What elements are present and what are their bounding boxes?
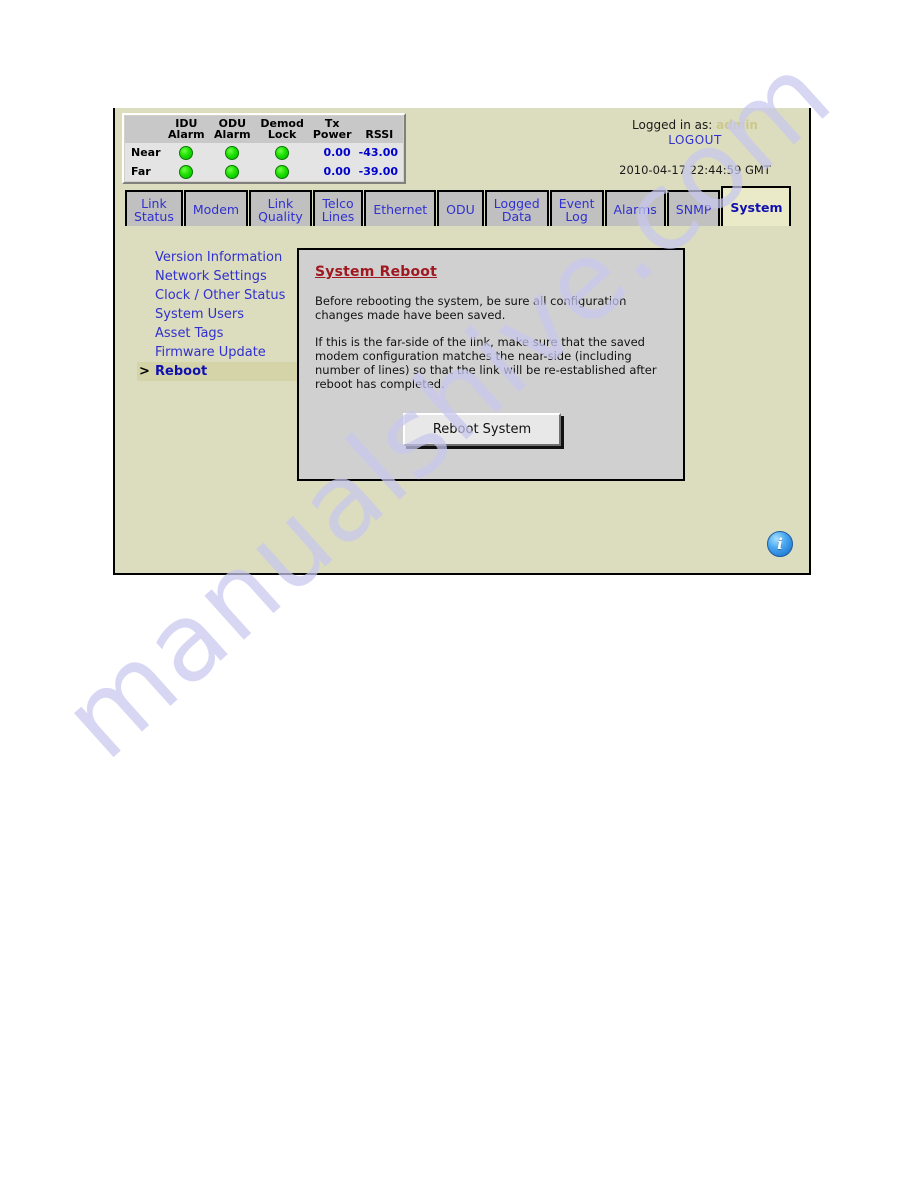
status-cell-near-tx-power: 0.00 [308,143,356,162]
led-green-icon [225,164,240,179]
system-sidebar-menu: Version Information Network Settings Clo… [137,248,297,381]
logged-in-label: Logged in as: [632,118,713,132]
tab-system[interactable]: System [721,186,792,226]
tab-telco-lines[interactable]: Telco Lines [312,190,364,226]
status-cell-far-rssi: -39.00 [355,162,403,181]
username-value: admin [716,118,758,132]
reboot-button-container: Reboot System [315,413,667,446]
status-cell-near-idu-alarm [163,143,210,162]
tab-logged-data[interactable]: Logged Data [484,190,549,226]
reboot-system-button[interactable]: Reboot System [402,413,562,446]
sidebar-item-clock-other-status[interactable]: Clock / Other Status [137,286,297,305]
sidebar-item-label: Reboot [155,364,208,379]
device-web-ui-window: IDU Alarm ODU Alarm Demod Lock Tx Power … [113,108,811,575]
status-table-header-row: IDU Alarm ODU Alarm Demod Lock Tx Power … [125,116,403,143]
status-cell-far-tx-power: 0.00 [308,162,356,181]
status-cell-near-rssi: -43.00 [355,143,403,162]
tab-snmp[interactable]: SNMP [666,190,721,226]
tab-alarms[interactable]: Alarms [604,190,666,226]
sidebar-item-label: Network Settings [155,269,267,284]
sidebar-item-asset-tags[interactable]: Asset Tags [137,324,297,343]
info-icon[interactable]: i [767,531,793,557]
status-row-label-near: Near [125,143,164,162]
sidebar-item-system-users[interactable]: System Users [137,305,297,324]
status-row-label-far: Far [125,162,164,181]
tab-event-log[interactable]: Event Log [549,190,604,226]
led-green-icon [225,145,240,160]
sidebar-item-label: System Users [155,307,245,322]
tab-ethernet[interactable]: Ethernet [364,190,437,226]
led-green-icon [179,145,194,160]
reboot-warning-paragraph-1: Before rebooting the system, be sure all… [315,294,627,322]
led-green-icon [275,164,290,179]
status-header-odu-alarm: ODU Alarm [209,116,256,143]
table-row: Near 0.00 -43.00 [125,143,403,162]
status-header-rssi: RSSI [355,116,403,143]
info-icon-glyph: i [777,534,783,553]
logout-link[interactable]: LOGOUT [585,133,805,147]
sidebar-item-label: Version Information [155,250,283,265]
selected-arrow-icon: > [139,364,150,379]
tab-link-status[interactable]: Link Status [125,190,183,226]
status-header-corner [125,116,164,143]
sidebar-item-reboot[interactable]: > Reboot [137,362,297,381]
status-header-demod-lock: Demod Lock [255,116,309,143]
sidebar-item-firmware-update[interactable]: Firmware Update [137,343,297,362]
page-body: Version Information Network Settings Clo… [115,226,809,573]
page-title: System Reboot [315,264,438,280]
status-header-tx-power: Tx Power [308,116,356,143]
table-row: Far 0.00 -39.00 [125,162,403,181]
led-green-icon [275,145,290,160]
tab-odu[interactable]: ODU [437,190,484,226]
sidebar-item-label: Firmware Update [155,345,266,360]
session-info: Logged in as: admin LOGOUT 2010-04-17 22… [585,118,805,177]
system-clock: 2010-04-17 22:44:59 GMT [619,163,771,177]
sidebar-item-network-settings[interactable]: Network Settings [137,267,297,286]
status-cell-far-demod-lock [255,162,309,181]
status-header-idu-alarm: IDU Alarm [163,116,210,143]
system-reboot-panel: System Reboot Before rebooting the syste… [297,248,685,481]
main-tab-bar: Link Status Modem Link Quality Telco Lin… [125,186,792,226]
sidebar-item-label: Clock / Other Status [155,288,286,303]
logged-in-line: Logged in as: admin [585,118,805,132]
sidebar-item-label: Asset Tags [155,326,224,341]
link-status-summary-table: IDU Alarm ODU Alarm Demod Lock Tx Power … [122,113,406,184]
tab-link-quality[interactable]: Link Quality [249,190,312,226]
status-cell-near-odu-alarm [209,143,256,162]
reboot-warning-paragraph-2: If this is the far-side of the link, mak… [315,335,657,391]
sidebar-item-version-information[interactable]: Version Information [137,248,297,267]
status-cell-far-odu-alarm [209,162,256,181]
status-cell-near-demod-lock [255,143,309,162]
led-green-icon [179,164,194,179]
tab-modem[interactable]: Modem [183,190,249,226]
header-band: IDU Alarm ODU Alarm Demod Lock Tx Power … [115,108,809,186]
status-cell-far-idu-alarm [163,162,210,181]
